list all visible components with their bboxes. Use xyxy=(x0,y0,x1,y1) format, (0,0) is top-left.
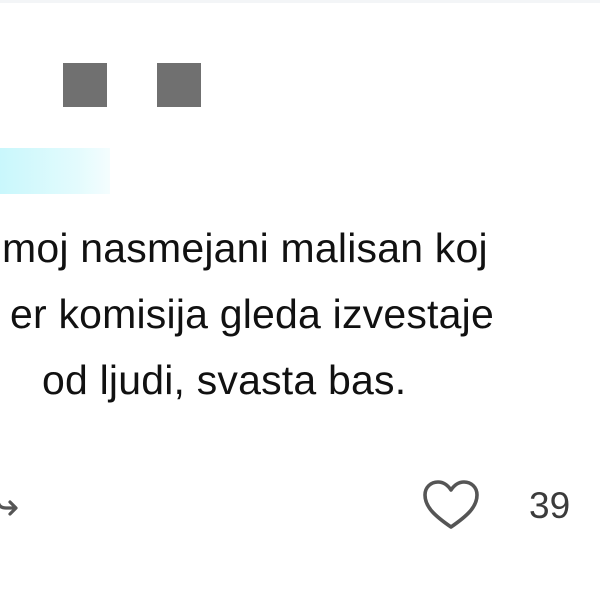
retweet-icon[interactable] xyxy=(0,480,28,520)
redacted-handle-block xyxy=(157,63,201,107)
divider xyxy=(0,0,600,3)
tweet-card: moj nasmejani malisan koj er komisija gl… xyxy=(0,0,600,600)
tweet-text-line-2: er komisija gleda izvestaje xyxy=(10,291,494,337)
like-count: 39 xyxy=(529,485,571,526)
redacted-name-block xyxy=(63,63,107,107)
like-button[interactable] xyxy=(421,478,481,532)
heart-icon xyxy=(423,480,479,529)
mention-highlight[interactable] xyxy=(0,148,110,194)
tweet-text-line-3: od ljudi, svasta bas. xyxy=(42,357,407,403)
tweet-text-line-1: moj nasmejani malisan koj xyxy=(2,225,488,271)
